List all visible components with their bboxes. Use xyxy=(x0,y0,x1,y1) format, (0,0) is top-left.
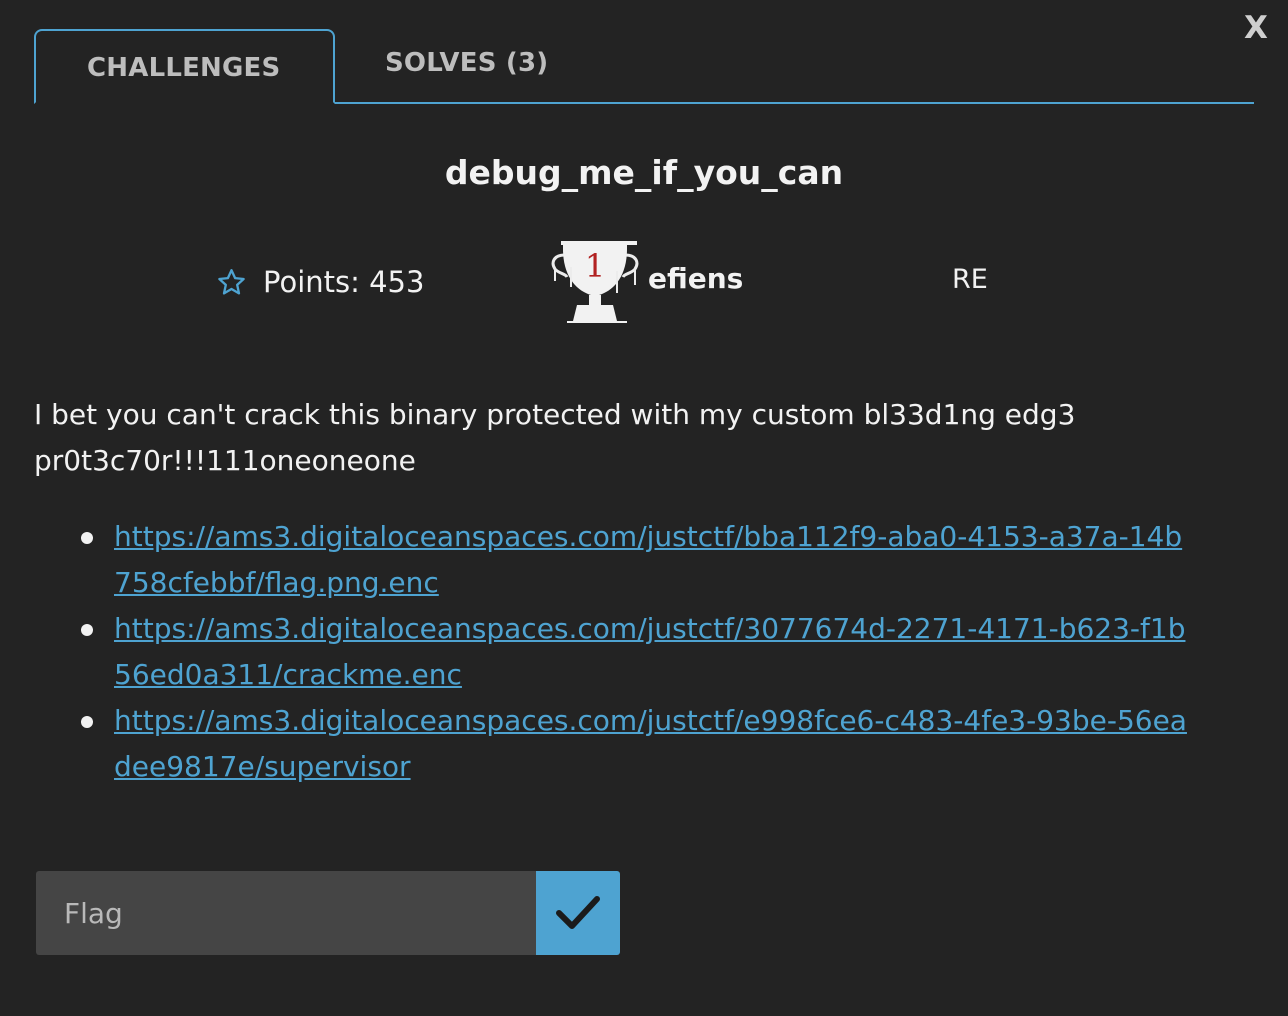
file-link[interactable]: https://ams3.digitaloceanspaces.com/just… xyxy=(114,520,1182,599)
bullet-icon xyxy=(81,716,93,728)
file-link[interactable]: https://ams3.digitaloceanspaces.com/just… xyxy=(114,704,1187,783)
flag-input[interactable] xyxy=(36,871,536,955)
points-info: Points: 453 xyxy=(216,262,424,302)
tab-challenges[interactable]: CHALLENGES xyxy=(34,29,335,104)
submit-flag-button[interactable] xyxy=(536,871,620,955)
file-link[interactable]: https://ams3.digitaloceanspaces.com/just… xyxy=(114,612,1185,691)
star-icon xyxy=(218,268,245,295)
list-item: https://ams3.digitaloceanspaces.com/just… xyxy=(76,606,1196,698)
tab-bar: CHALLENGES SOLVES (3) xyxy=(34,29,1254,104)
bullet-icon xyxy=(81,532,93,544)
file-list: https://ams3.digitaloceanspaces.com/just… xyxy=(76,514,1196,790)
tab-solves[interactable]: SOLVES (3) xyxy=(385,29,585,104)
trophy-rank: 1 xyxy=(585,247,605,285)
category-label: RE xyxy=(952,264,988,295)
list-item: https://ams3.digitaloceanspaces.com/just… xyxy=(76,514,1196,606)
challenge-title: debug_me_if_you_can xyxy=(444,153,844,192)
trophy-icon: 1 xyxy=(551,241,639,323)
list-item: https://ams3.digitaloceanspaces.com/just… xyxy=(76,698,1196,790)
challenge-modal: X CHALLENGES SOLVES (3) debug_me_if_you_… xyxy=(0,0,1288,1016)
flag-form xyxy=(36,871,620,955)
challenge-description: I bet you can't crack this binary protec… xyxy=(34,398,1076,477)
tab-solves-label: SOLVES (3) xyxy=(385,48,549,78)
points-text: Points: 453 xyxy=(263,265,425,299)
first-blood-user[interactable]: efiens xyxy=(648,262,743,295)
checkmark-icon xyxy=(556,896,600,929)
bullet-icon xyxy=(81,624,93,636)
tab-challenges-label: CHALLENGES xyxy=(87,53,281,83)
